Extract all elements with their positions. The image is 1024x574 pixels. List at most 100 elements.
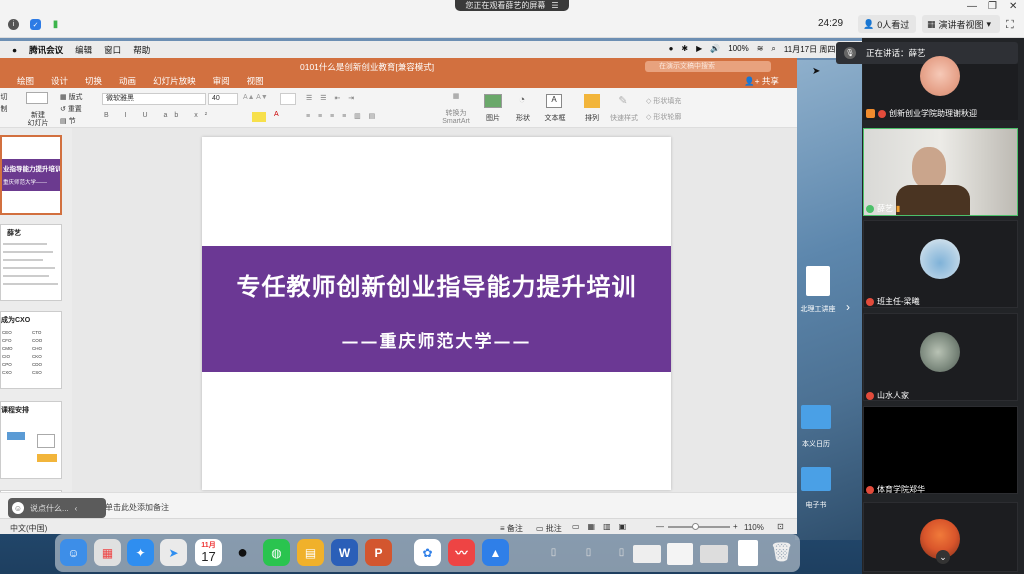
tab-view[interactable]: 视图 [247,75,264,87]
section-button[interactable]: ▤ 节 [60,116,76,126]
list-icons[interactable]: ☰ ☰ ⇤ ⇥ [306,94,357,102]
chevron-down-icon[interactable]: ⌄ [936,550,950,564]
quick-styles-icon[interactable]: ✎ [614,94,632,108]
ppt-search-input[interactable]: 在演示文稿中搜索 [645,61,771,72]
menubar-item-help[interactable]: 帮助 [133,44,150,56]
clear-format-icon[interactable] [280,93,296,105]
font-style-buttons[interactable]: B I U ab x² [104,112,214,119]
play-icon[interactable]: ▶ [696,44,702,55]
window-thumb-icon[interactable] [700,545,728,563]
shape-button[interactable]: 形状 [514,113,532,123]
arrange-icon[interactable] [584,94,600,108]
view-mode-dropdown[interactable]: ▦ 演讲者视图 ▾ [922,15,1000,33]
volume-icon[interactable]: 🔊 [710,44,720,55]
quick-styles-button[interactable]: 快速样式 [609,113,639,123]
doc-thumb-icon[interactable]: ▯ [575,539,602,566]
launchpad-icon[interactable]: ▦ [94,539,121,566]
comments-toggle[interactable]: ▭ 批注 [536,523,562,534]
doc-thumb-icon[interactable]: ▯ [608,539,635,566]
align-icons[interactable]: ≡ ≡ ≡ ≡ ▥ ▤ [306,112,378,120]
search-icon[interactable]: ⌕ [771,44,775,55]
slide-thumbnail-4[interactable]: 课程安排 [0,401,62,479]
participant-tile-5[interactable] [863,406,1018,494]
penguin-icon[interactable]: ● [669,44,674,55]
doc-thumb-icon[interactable]: ▯ [540,539,567,566]
menu-icon[interactable]: ☰ [551,1,558,10]
window-thumb-icon[interactable] [738,540,758,566]
trash-icon[interactable]: 🗑 [768,539,795,566]
highlight-icon[interactable] [252,112,266,122]
participant-tile-4[interactable] [863,313,1018,401]
signal-icon[interactable]: ▮ [50,19,61,30]
viewers-button[interactable]: 👤 0人看过 [858,15,916,33]
smartart-icon[interactable]: ▦ [440,92,472,100]
notes-placeholder[interactable]: 单击此处添加备注 [105,502,169,513]
maps-icon[interactable]: ➤ [160,539,187,566]
voice-memos-icon[interactable]: 〰 [448,539,475,566]
close-icon[interactable]: ✕ [1009,1,1017,12]
textbox-button[interactable]: 文本框 [542,113,568,123]
tab-review[interactable]: 审阅 [213,75,230,87]
layout-button[interactable]: ▦ 版式 [60,92,83,102]
tencent-meeting-icon[interactable]: ✿ [414,539,441,566]
menubar-item-edit[interactable]: 编辑 [75,44,92,56]
chat-input[interactable]: ☺ 说点什么... ‹ [8,498,106,518]
new-slide-icon[interactable] [26,92,48,104]
shape-icon[interactable]: ◔ [514,94,530,108]
reset-button[interactable]: ↺ 重置 [60,104,82,114]
apple-icon[interactable]: ● [12,45,17,55]
slide-thumbnail-3[interactable]: 成为CXO CEO CTO CFO COO CMO CHO CIO CKO CP… [0,311,62,389]
zoom-in-icon[interactable]: + [733,522,738,531]
keynote-icon[interactable]: ▤ [297,539,324,566]
qq-icon[interactable]: ● [229,539,256,566]
zoom-out-icon[interactable]: — [656,522,664,531]
menubar-app[interactable]: 腾讯会议 [29,44,63,56]
zoom-level[interactable]: 110% [744,523,764,532]
fullscreen-icon[interactable]: ⛶ [1006,19,1014,32]
zoom-slider[interactable] [668,526,730,528]
minimize-icon[interactable]: — [967,1,977,12]
slide-title[interactable]: 专任教师创新创业指导能力提升培训 [202,267,671,302]
chevron-left-icon[interactable]: ‹ [75,504,78,513]
wechat-icon[interactable]: ◍ [263,539,290,566]
tab-transitions[interactable]: 切换 [85,75,102,87]
shape-fill-button[interactable]: ◇ 形状填充 [646,96,681,106]
finder-icon[interactable]: ☺ [60,539,87,566]
desktop-icon-ebook[interactable]: 电子书 [798,467,834,510]
safari-icon[interactable]: ✦ [127,539,154,566]
restore-icon[interactable]: ❐ [988,1,997,12]
security-shield-icon[interactable]: ✓ [30,19,41,30]
zoom-slider-handle[interactable] [692,523,699,530]
tab-animations[interactable]: 动画 [119,75,136,87]
tab-design[interactable]: 设计 [51,75,68,87]
fit-slide-icon[interactable]: ⊡ [777,522,784,531]
tab-slideshow[interactable]: 幻灯片放映 [153,75,196,87]
menubar-item-window[interactable]: 窗口 [104,44,121,56]
emoji-icon[interactable]: ☺ [12,502,24,514]
ribbon-cut-label[interactable]: 切 [0,92,8,102]
info-icon[interactable]: i [8,19,19,30]
slide-subtitle[interactable]: ——重庆师范大学—— [202,327,671,352]
powerpoint-icon[interactable]: P [365,539,392,566]
font-name-select[interactable]: 微软雅黑 [102,93,206,105]
word-icon[interactable]: W [331,539,358,566]
font-size-select[interactable]: 40 [208,93,238,105]
shape-outline-button[interactable]: ◇ 形状轮廓 [646,112,681,122]
desktop-icon-calendar[interactable]: 本义日历 [798,405,834,449]
ribbon-copy-label[interactable]: 制 [0,104,8,114]
bluetooth-icon[interactable]: ✱ [681,44,688,55]
screen-share-banner[interactable]: 您正在观看薛艺的屏幕 ☰ [455,0,569,11]
slide-thumbnail-2[interactable]: 薛艺 [0,224,62,301]
window-thumb-icon[interactable] [667,543,693,565]
desktop-icon-lecture[interactable]: 北理工讲座 [800,266,836,314]
tab-draw[interactable]: 绘图 [17,75,34,87]
arrange-button[interactable]: 排列 [582,113,602,123]
wifi-icon[interactable]: ≋ [757,44,764,55]
share-button[interactable]: 👤+ 共享 [744,75,779,87]
window-thumb-icon[interactable] [633,545,661,563]
notes-toggle[interactable]: ≡ 备注 [500,523,523,534]
participant-tile-3[interactable] [863,220,1018,308]
chevron-right-icon[interactable]: › [846,300,850,314]
font-color-icon[interactable]: A [274,111,279,118]
font-grow-icon[interactable]: A▲ A▼ [243,94,268,101]
